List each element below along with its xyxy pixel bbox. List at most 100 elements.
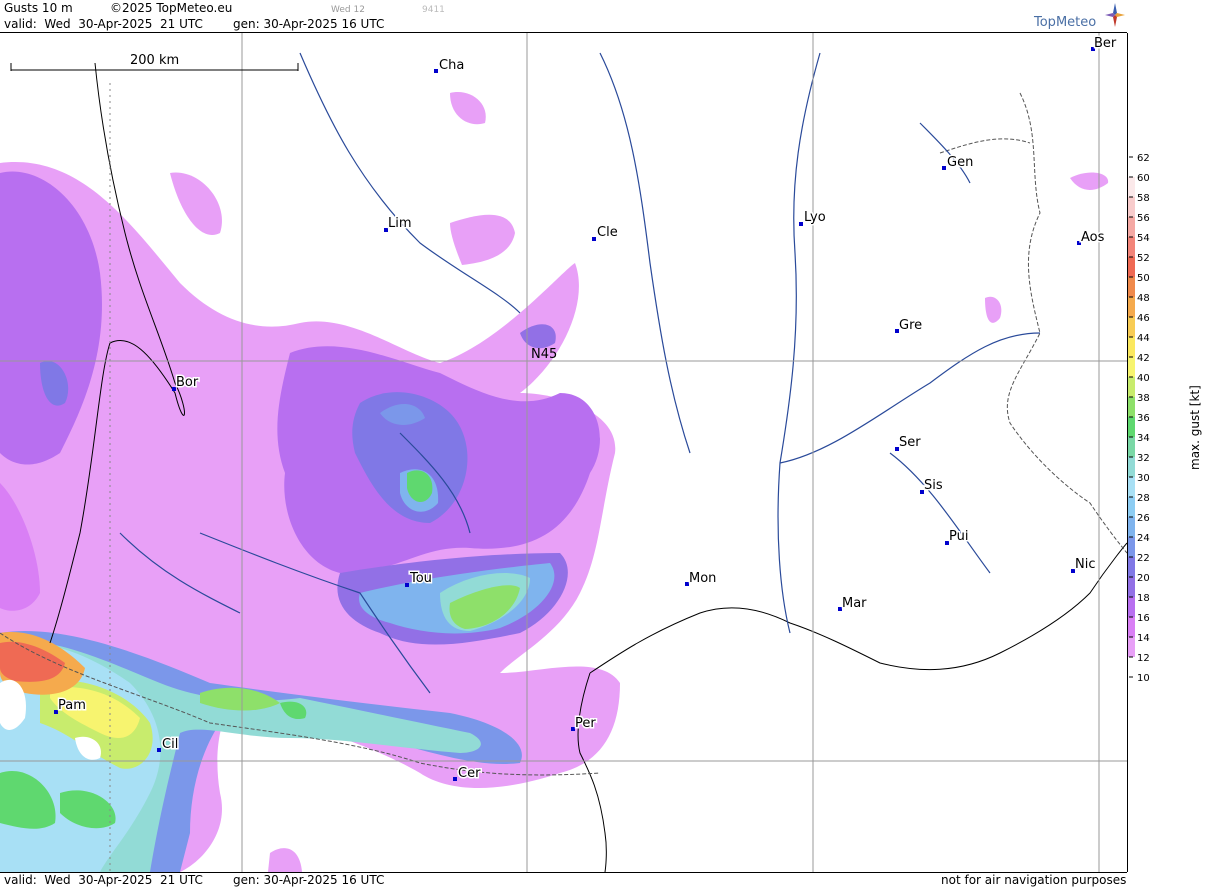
legend-tick-label: 44 bbox=[1137, 333, 1150, 344]
footer-bar: valid: Wed 30-Apr-2025 21 UTC gen: 30-Ap… bbox=[0, 872, 1127, 888]
header-bar: Gusts 10 m ©2025 TopMeteo.eu Wed 12 9411… bbox=[0, 0, 1127, 33]
scale-bar: 200 km bbox=[10, 53, 299, 71]
legend-tick-label: 38 bbox=[1137, 393, 1150, 404]
legend-swatch bbox=[1128, 337, 1135, 357]
legend-swatch bbox=[1128, 577, 1135, 597]
city-lyo[interactable]: Lyo bbox=[799, 209, 827, 227]
svg-text:Ser: Ser bbox=[899, 435, 921, 450]
svg-text:Mar: Mar bbox=[842, 596, 867, 611]
legend-tick-label: 12 bbox=[1137, 653, 1150, 664]
legend-swatch bbox=[1128, 377, 1135, 397]
legend-tick-label: 26 bbox=[1137, 513, 1150, 524]
footer-generated-time: gen: 30-Apr-2025 16 UTC bbox=[233, 873, 385, 887]
city-pui[interactable]: Pui bbox=[945, 528, 970, 546]
brand-logo-text: TopMeteo bbox=[1034, 15, 1097, 30]
legend-title: max. gust [kt] bbox=[1188, 385, 1202, 470]
city-tou[interactable]: Tou bbox=[405, 570, 433, 588]
legend-tick-label: 24 bbox=[1137, 533, 1150, 544]
legend-swatch bbox=[1128, 457, 1135, 477]
legend-tick-label: 16 bbox=[1137, 613, 1150, 624]
legend-tick-label: 32 bbox=[1137, 453, 1150, 464]
valid-time: valid: Wed 30-Apr-2025 21 UTC bbox=[4, 17, 203, 31]
svg-text:Lyo: Lyo bbox=[804, 210, 826, 225]
svg-text:Cer: Cer bbox=[458, 766, 481, 781]
city-per[interactable]: Per bbox=[571, 715, 598, 733]
legend-tick-label: 48 bbox=[1137, 293, 1150, 304]
svg-text:Ber: Ber bbox=[1094, 36, 1117, 51]
legend-swatch bbox=[1128, 517, 1135, 537]
svg-text:Aos: Aos bbox=[1081, 230, 1105, 245]
city-lim[interactable]: Lim bbox=[384, 215, 413, 233]
legend-tick-label: 50 bbox=[1137, 273, 1150, 284]
legend-swatch bbox=[1128, 497, 1135, 517]
color-legend: 62 60 58 56 54 52 50 48 46 44 42 40 38 36 34 32 30 28 26 24… bbox=[1128, 0, 1219, 887]
svg-text:Cil: Cil bbox=[162, 737, 178, 752]
legend-swatch bbox=[1128, 397, 1135, 417]
legend-tick-label: 28 bbox=[1137, 493, 1150, 504]
svg-text:Mon: Mon bbox=[689, 571, 716, 586]
map-canvas: N45 200 km Cha Ber Gen Lim Cle Lyo Aos G… bbox=[0, 33, 1127, 872]
navigation-disclaimer: not for air navigation purposes bbox=[941, 873, 1127, 887]
legend-tick-label: 52 bbox=[1137, 253, 1150, 264]
legend-tick-label: 42 bbox=[1137, 353, 1150, 364]
svg-text:Cha: Cha bbox=[439, 58, 464, 73]
legend-swatch bbox=[1128, 177, 1135, 197]
svg-text:Per: Per bbox=[575, 716, 596, 731]
svg-text:Gre: Gre bbox=[899, 318, 922, 333]
legend-scale: 62 60 58 56 54 52 50 48 46 44 42 40 38 36 34 32 30 28 26 24… bbox=[1128, 153, 1202, 684]
svg-text:Nic: Nic bbox=[1075, 557, 1095, 572]
legend-swatch bbox=[1128, 417, 1135, 437]
legend-tick-label: 10 bbox=[1137, 673, 1150, 684]
legend-tick-label: 56 bbox=[1137, 213, 1150, 224]
generated-time: gen: 30-Apr-2025 16 UTC bbox=[233, 17, 385, 31]
legend-tick-label: 62 bbox=[1137, 153, 1150, 164]
legend-tick-label: 40 bbox=[1137, 373, 1150, 384]
city-pam[interactable]: Pam bbox=[54, 697, 87, 715]
legend-tick-label: 36 bbox=[1137, 413, 1150, 424]
legend-swatch bbox=[1128, 237, 1135, 257]
legend-swatch bbox=[1128, 357, 1135, 377]
legend-tick-label: 18 bbox=[1137, 593, 1150, 604]
legend-swatch bbox=[1128, 617, 1135, 637]
city-bor[interactable]: Bor bbox=[172, 374, 200, 392]
city-ber[interactable]: Ber bbox=[1091, 35, 1118, 53]
city-gre[interactable]: Gre bbox=[895, 317, 924, 335]
legend-swatch bbox=[1128, 437, 1135, 457]
legend-swatch bbox=[1128, 637, 1135, 657]
svg-text:Pam: Pam bbox=[58, 698, 86, 713]
scale-label: 200 km bbox=[130, 53, 179, 68]
svg-text:Tou: Tou bbox=[409, 571, 432, 586]
latitude-label: N45 bbox=[531, 347, 557, 362]
city-gen[interactable]: Gen bbox=[942, 154, 975, 172]
legend-tick-label: 58 bbox=[1137, 193, 1150, 204]
code-tag: 9411 bbox=[422, 5, 445, 15]
svg-text:Sis: Sis bbox=[924, 478, 943, 493]
svg-text:Gen: Gen bbox=[947, 155, 973, 170]
legend-tick-label: 46 bbox=[1137, 313, 1150, 324]
legend-swatch bbox=[1128, 197, 1135, 217]
legend-swatch bbox=[1128, 537, 1135, 557]
copyright-text: ©2025 TopMeteo.eu bbox=[110, 1, 233, 15]
legend-tick-label: 14 bbox=[1137, 633, 1150, 644]
compass-logo-icon bbox=[1105, 3, 1125, 27]
legend-swatch bbox=[1128, 297, 1135, 317]
city-mar[interactable]: Mar bbox=[838, 595, 869, 613]
city-cer[interactable]: Cer bbox=[453, 765, 483, 783]
footer-valid-time: valid: Wed 30-Apr-2025 21 UTC bbox=[4, 873, 203, 887]
svg-text:Lim: Lim bbox=[388, 216, 412, 231]
day-tag: Wed 12 bbox=[331, 5, 365, 15]
legend-swatch bbox=[1128, 477, 1135, 497]
gust-map[interactable]: N45 200 km Cha Ber Gen Lim Cle Lyo Aos G… bbox=[0, 33, 1128, 872]
city-cle[interactable]: Cle bbox=[592, 224, 619, 242]
legend-swatch bbox=[1128, 557, 1135, 577]
svg-text:Pui: Pui bbox=[949, 529, 968, 544]
city-ser[interactable]: Ser bbox=[895, 434, 923, 452]
city-sis[interactable]: Sis bbox=[920, 477, 944, 495]
city-nic[interactable]: Nic bbox=[1071, 556, 1097, 574]
city-cha[interactable]: Cha bbox=[434, 57, 466, 75]
city-mon[interactable]: Mon bbox=[685, 570, 718, 588]
legend-swatch bbox=[1128, 277, 1135, 297]
legend-tick-label: 22 bbox=[1137, 553, 1150, 564]
legend-tick-label: 30 bbox=[1137, 473, 1150, 484]
city-aos[interactable]: Aos bbox=[1077, 229, 1106, 247]
